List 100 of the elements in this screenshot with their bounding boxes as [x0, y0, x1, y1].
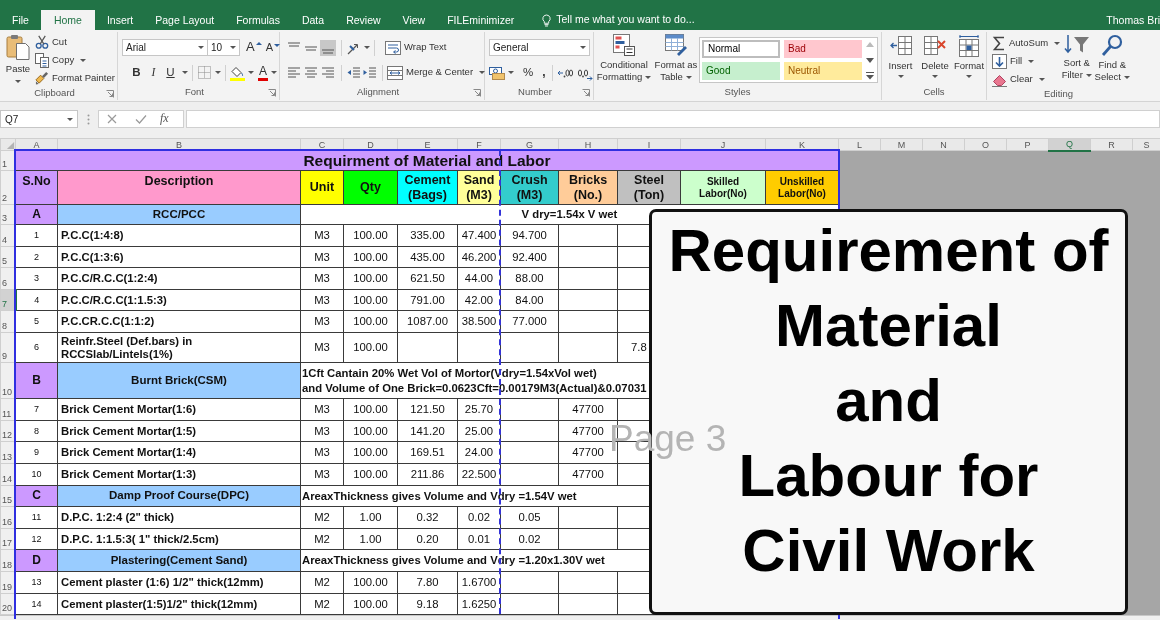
underline-button[interactable]: U: [162, 64, 179, 81]
caret-icon[interactable]: [248, 71, 254, 74]
name-box[interactable]: Q7: [0, 110, 78, 128]
column-header[interactable]: E: [397, 138, 458, 151]
table-cell: M3: [300, 398, 344, 421]
percent-button[interactable]: %: [522, 65, 534, 80]
table-cell: M2: [300, 528, 344, 550]
copy-button[interactable]: Copy: [35, 51, 115, 69]
dialog-launcher-icon[interactable]: [473, 88, 481, 97]
column-header[interactable]: P: [1006, 138, 1049, 151]
conditional-formatting-button[interactable]: Conditional Formatting: [596, 34, 652, 86]
caret-icon[interactable]: [215, 71, 221, 74]
cancel-icon[interactable]: [107, 114, 117, 124]
ribbon-tab[interactable]: Page Layout: [144, 10, 226, 30]
ribbon-tab[interactable]: File: [1, 10, 40, 30]
insert-function-button[interactable]: fx: [160, 112, 169, 126]
enter-icon[interactable]: [135, 113, 147, 125]
column-header[interactable]: M: [880, 138, 923, 151]
currency-icon[interactable]: [489, 65, 505, 80]
column-header[interactable]: S: [1132, 138, 1160, 151]
formula-input[interactable]: [186, 110, 1160, 128]
wrap-text-button[interactable]: Wrap Text: [385, 39, 447, 56]
column-header[interactable]: D: [343, 138, 398, 151]
scroll-down-icon[interactable]: [865, 55, 875, 64]
dialog-launcher-icon[interactable]: [106, 89, 114, 98]
cell-style-option[interactable]: Bad: [784, 40, 862, 58]
bold-button[interactable]: B: [128, 64, 145, 81]
insert-cells-button[interactable]: Insert: [884, 35, 917, 86]
column-header[interactable]: K: [765, 138, 839, 151]
ribbon-tab[interactable]: View: [391, 10, 437, 30]
column-header[interactable]: N: [922, 138, 965, 151]
autosum-button[interactable]: AutoSum: [992, 34, 1059, 52]
cut-button[interactable]: Cut: [35, 33, 115, 51]
cell-style-option[interactable]: Normal: [702, 40, 780, 58]
caret-icon: [580, 46, 586, 49]
align-bottom-icon[interactable]: [320, 39, 336, 56]
decrease-indent-icon[interactable]: [346, 65, 361, 80]
fill-bucket-icon[interactable]: [230, 64, 245, 81]
caret-icon: [198, 46, 204, 49]
clear-button[interactable]: Clear: [992, 70, 1059, 88]
column-header[interactable]: H: [558, 138, 618, 151]
fill-button[interactable]: Fill: [992, 52, 1059, 70]
ribbon-tab[interactable]: Insert: [95, 10, 145, 30]
ribbon-tab[interactable]: Review: [335, 10, 392, 30]
align-right-icon[interactable]: [320, 65, 336, 80]
caret-icon[interactable]: [508, 71, 514, 74]
ribbon-tab[interactable]: FILEminimizer: [436, 10, 526, 30]
dialog-launcher-icon[interactable]: [582, 88, 590, 97]
column-header[interactable]: C: [300, 138, 344, 151]
table-cell: P.C.C(1:4:8): [57, 224, 301, 247]
column-header[interactable]: J: [680, 138, 766, 151]
cell-style-option[interactable]: Good: [702, 62, 780, 80]
table-cell: Cement plaster (1:6) 1/2" thick(12mm): [57, 571, 301, 594]
table-cell: M3: [300, 332, 344, 363]
font-name-dropdown[interactable]: Arial: [122, 39, 208, 56]
caret-icon[interactable]: [364, 46, 370, 49]
column-header[interactable]: Q: [1048, 138, 1091, 151]
font-size-dropdown[interactable]: 10: [208, 39, 240, 56]
sort-filter-button[interactable]: Sort & Filter: [1059, 34, 1095, 88]
column-header[interactable]: I: [617, 138, 681, 151]
delete-cells-button[interactable]: Delete: [918, 35, 952, 86]
format-painter-button[interactable]: Format Painter: [35, 69, 115, 87]
sort-filter-icon: [1063, 34, 1090, 54]
column-header[interactable]: O: [964, 138, 1007, 151]
increase-indent-icon[interactable]: [362, 65, 377, 80]
column-header[interactable]: R: [1090, 138, 1133, 151]
table-cell: Brick Cement Mortar(1:3): [57, 463, 301, 486]
grow-font-button[interactable]: A: [246, 40, 262, 55]
paste-button[interactable]: Paste: [3, 34, 33, 87]
number-format-dropdown[interactable]: General: [489, 39, 590, 56]
column-header[interactable]: A: [15, 138, 58, 151]
ribbon-tab[interactable]: Home: [40, 10, 95, 30]
column-header[interactable]: G: [500, 138, 559, 151]
merge-center-button[interactable]: Merge & Center: [387, 64, 486, 81]
table-cell: 2: [15, 246, 58, 268]
more-styles-icon[interactable]: [865, 71, 875, 80]
table-cell: 100.00: [343, 224, 398, 247]
scroll-up-icon[interactable]: [865, 40, 875, 48]
column-header[interactable]: B: [57, 138, 301, 151]
shrink-font-button[interactable]: A: [265, 41, 280, 54]
align-center-icon[interactable]: [303, 65, 319, 80]
align-left-icon[interactable]: [286, 65, 302, 80]
format-as-table-button[interactable]: Format as Table: [654, 34, 698, 86]
ribbon-tab[interactable]: Data: [290, 10, 336, 30]
italic-button[interactable]: I: [145, 64, 162, 81]
font-color-button[interactable]: A: [258, 64, 268, 81]
table-cell: M2: [300, 571, 344, 594]
column-header[interactable]: L: [838, 138, 881, 151]
format-cells-button[interactable]: Format: [952, 35, 986, 86]
dialog-launcher-icon[interactable]: [268, 88, 276, 97]
find-select-button[interactable]: Find & Select: [1094, 34, 1130, 88]
ribbon-tab[interactable]: Formulas: [225, 10, 291, 30]
caret-icon[interactable]: [182, 71, 188, 74]
table-cell: Brick Cement Mortar(1:4): [57, 441, 301, 464]
tell-me-search[interactable]: Tell me what you want to do...: [537, 10, 699, 30]
caret-icon[interactable]: [271, 71, 277, 74]
column-header[interactable]: F: [457, 138, 501, 151]
group-label: Editing: [1043, 87, 1074, 102]
cell-style-option[interactable]: Neutral: [784, 62, 862, 80]
comma-style-button[interactable]: ,: [540, 65, 548, 80]
